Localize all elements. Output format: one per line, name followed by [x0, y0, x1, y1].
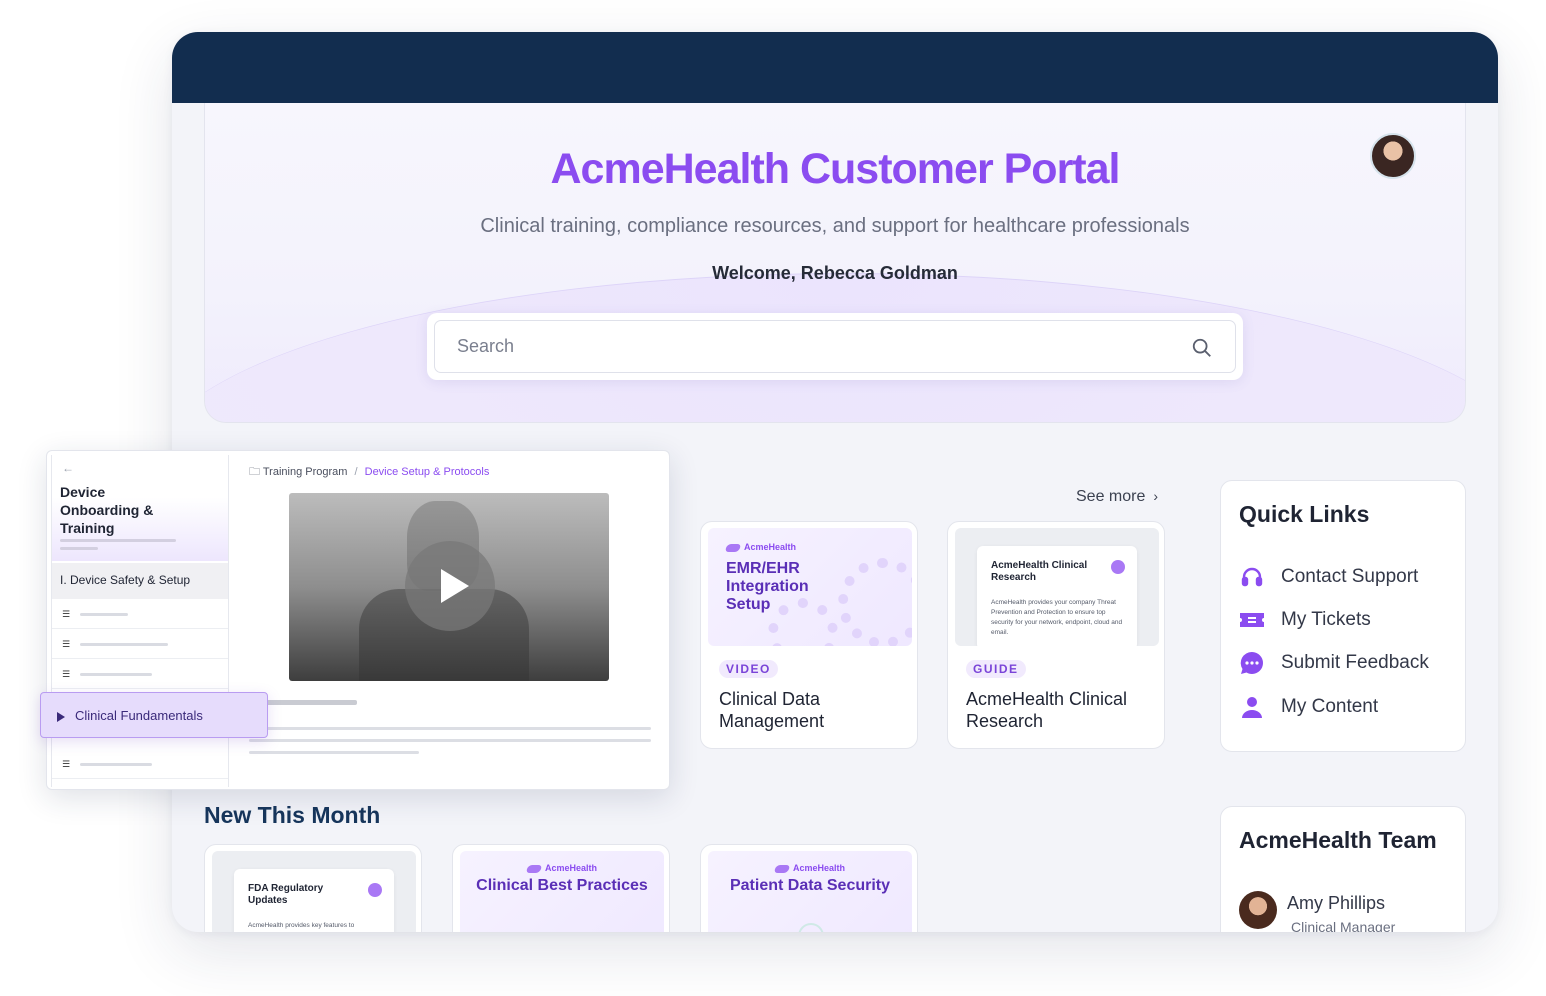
content-card[interactable]: AcmeHealth Clinical Best Practices [452, 844, 670, 932]
shield-icon [798, 923, 824, 932]
lesson-item[interactable]: ☰ [52, 659, 228, 689]
section-heading-new-this-month: New This Month [204, 802, 381, 828]
quick-link-label: My Content [1281, 696, 1379, 717]
video-player[interactable] [289, 493, 609, 681]
quick-link-label: My Tickets [1281, 609, 1371, 630]
training-course-panel: ← Device Onboarding & Training I. Device… [46, 450, 670, 790]
hero-banner: AcmeHealth Customer Portal Clinical trai… [204, 103, 1466, 423]
quick-link-label: Contact Support [1281, 566, 1419, 587]
lesson-item[interactable]: ☰ [52, 749, 228, 779]
quick-link-my-tickets[interactable]: My Tickets [1239, 608, 1371, 632]
play-button-icon[interactable] [405, 541, 495, 631]
brand-logo: AcmeHealth [460, 863, 664, 873]
card-thumbnail: AcmeHealth Clinical Research AcmeHealth … [955, 528, 1159, 646]
user-avatar[interactable] [1370, 133, 1416, 179]
team-member-role: Clinical Manager [1291, 919, 1396, 932]
welcome-message: Welcome, Rebecca Goldman [712, 263, 958, 283]
quick-link-contact-support[interactable]: Contact Support [1239, 565, 1418, 589]
text-placeholder [249, 739, 651, 742]
back-arrow-icon[interactable]: ← [62, 461, 74, 475]
lesson-item[interactable]: ☰ [52, 629, 228, 659]
search-bar [427, 313, 1243, 380]
active-lesson-clinical-fundamentals[interactable]: Clinical Fundamentals [40, 692, 268, 738]
thumbnail-title: Patient Data Security [729, 877, 891, 894]
search-input[interactable] [434, 320, 1236, 373]
list-icon: ☰ [62, 609, 71, 619]
course-section[interactable]: I. Device Safety & Setup [52, 563, 228, 599]
progress-placeholder [60, 539, 176, 542]
course-title: Device Onboarding & Training [60, 484, 154, 536]
brand-logo: AcmeHealth [724, 542, 796, 552]
document-preview: AcmeHealth Clinical Research AcmeHealth … [977, 546, 1137, 646]
quick-link-submit-feedback[interactable]: Submit Feedback [1239, 651, 1429, 675]
headset-icon [1239, 565, 1265, 589]
brand-logo: AcmeHealth [708, 863, 912, 873]
document-title: AcmeHealth Clinical Research [991, 560, 1088, 583]
gear-icon [838, 558, 912, 646]
document-excerpt: AcmeHealth provides your company Threat … [991, 599, 1123, 636]
avatar[interactable] [1239, 891, 1277, 929]
card-title: Clinical Data Management [719, 689, 825, 731]
team-member-name[interactable]: Amy Phillips [1287, 893, 1385, 914]
quick-links-title: Quick Links [1239, 501, 1370, 527]
search-icon[interactable] [1191, 337, 1213, 359]
chat-bubble-icon [1239, 651, 1265, 675]
text-placeholder [249, 751, 419, 754]
breadcrumb-root[interactable]: Training Program [263, 466, 348, 478]
active-lesson-label: Clinical Fundamentals [75, 708, 203, 723]
play-triangle-icon [57, 711, 65, 722]
content-card[interactable]: AcmeHealth Patient Data Security [700, 844, 918, 932]
brand-logo-icon [368, 883, 382, 897]
team-title: AcmeHealth Team [1239, 827, 1437, 853]
card-thumbnail: FDA Regulatory Updates AcmeHealth provid… [212, 851, 416, 932]
thumbnail-title: EMR/EHR Integration Setup [726, 560, 809, 613]
lesson-item[interactable]: ☰ [52, 599, 228, 629]
page-title: AcmeHealth Customer Portal [550, 145, 1121, 193]
folder-icon: 🗀 [249, 466, 260, 478]
document-preview: FDA Regulatory Updates AcmeHealth provid… [234, 869, 394, 932]
document-title: FDA Regulatory Updates [248, 883, 324, 906]
card-thumbnail: AcmeHealth Patient Data Security [708, 851, 912, 932]
content-card[interactable]: FDA Regulatory Updates AcmeHealth provid… [204, 844, 422, 932]
document-excerpt: AcmeHealth provides key features to admi… [248, 922, 355, 929]
team-panel: AcmeHealth Team Amy Phillips Clinical Ma… [1220, 806, 1466, 932]
thumbnail-title: Clinical Best Practices [476, 877, 648, 894]
quick-link-label: Submit Feedback [1281, 652, 1429, 673]
content-card[interactable]: AcmeHealth EMR/EHR Integration Setup VID… [700, 521, 918, 749]
text-placeholder [249, 727, 651, 730]
list-icon: ☰ [62, 759, 71, 769]
breadcrumb-current[interactable]: Device Setup & Protocols [365, 466, 490, 478]
card-thumbnail: AcmeHealth EMR/EHR Integration Setup [708, 528, 912, 646]
list-icon: ☰ [62, 639, 71, 649]
card-thumbnail: AcmeHealth Clinical Best Practices [460, 851, 664, 932]
quick-link-my-content[interactable]: My Content [1239, 695, 1378, 719]
brand-logo-icon [1111, 560, 1125, 574]
ticket-icon [1239, 608, 1265, 632]
content-card[interactable]: AcmeHealth Clinical Research AcmeHealth … [947, 521, 1165, 749]
course-header: ← Device Onboarding & Training [52, 455, 228, 561]
quick-links-panel: Quick Links Contact Support My Tickets S… [1220, 480, 1466, 752]
content-type-badge: VIDEO [719, 660, 778, 678]
card-title: AcmeHealth Clinical Research [966, 689, 1128, 731]
page-subtitle: Clinical training, compliance resources,… [480, 215, 1190, 237]
breadcrumb-separator: / [354, 466, 358, 478]
user-icon [1239, 695, 1265, 719]
chevron-right-icon: › [1153, 488, 1159, 504]
list-icon: ☰ [62, 669, 71, 679]
see-more-label: See more [1076, 488, 1146, 505]
see-more-link[interactable]: See more › [1076, 488, 1158, 506]
top-navigation-bar [172, 32, 1498, 103]
breadcrumb: 🗀 Training Program / Device Setup & Prot… [249, 463, 489, 482]
progress-placeholder [60, 547, 98, 550]
content-type-badge: GUIDE [966, 660, 1026, 678]
